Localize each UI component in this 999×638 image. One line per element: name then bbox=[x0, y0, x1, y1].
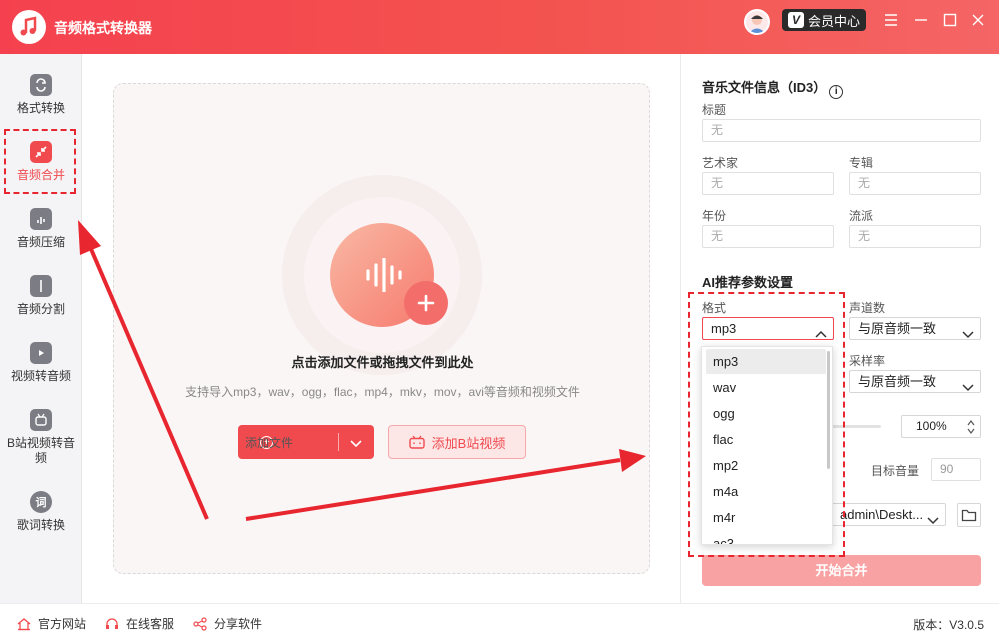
chevron-down-icon bbox=[962, 377, 974, 398]
folder-icon[interactable] bbox=[957, 503, 981, 527]
add-bilibili-video-button[interactable]: 添加B站视频 bbox=[388, 425, 526, 459]
add-file-button[interactable]: + 添加文件 bbox=[238, 425, 374, 459]
sidebar-item-label: 格式转换 bbox=[16, 101, 65, 115]
menu-icon[interactable] bbox=[882, 11, 900, 29]
start-merge-button[interactable]: 开始合并 bbox=[702, 555, 981, 586]
minimize-icon[interactable] bbox=[912, 11, 930, 29]
ai-params-title: AI推荐参数设置 bbox=[702, 275, 794, 290]
sidebar-item-format-convert[interactable]: 格式转换 bbox=[0, 64, 82, 126]
convert-icon bbox=[30, 74, 52, 96]
sidebar-item-label: 音频压缩 bbox=[16, 235, 65, 249]
user-avatar[interactable] bbox=[744, 9, 770, 35]
bilibili-tv-icon bbox=[408, 435, 425, 449]
year-field[interactable]: 无 bbox=[702, 225, 834, 248]
split-icon bbox=[30, 275, 52, 297]
vip-badge-icon: V bbox=[788, 12, 804, 28]
main-area: 点击添加文件或拖拽文件到此处 支持导入mp3，wav，ogg，flac，mp4，… bbox=[82, 54, 680, 603]
sidebar-item-video-to-audio[interactable]: 视频转音频 bbox=[0, 332, 82, 394]
title-label: 标题 bbox=[702, 103, 727, 117]
channels-select[interactable]: 与原音频一致 bbox=[849, 317, 981, 340]
target-volume-label: 目标音量 bbox=[871, 464, 920, 478]
compress-icon bbox=[30, 208, 52, 230]
artist-label: 艺术家 bbox=[702, 156, 739, 170]
share-software-link[interactable]: 分享软件 bbox=[192, 615, 262, 632]
volume-stepper[interactable]: 100% bbox=[901, 415, 981, 438]
add-bilibili-label: 添加B站视频 bbox=[431, 435, 506, 451]
chevron-down-icon bbox=[962, 324, 974, 345]
channels-label: 声道数 bbox=[849, 301, 886, 315]
title-bar: 音频格式转换器 V 会员中心 bbox=[0, 0, 999, 54]
drop-subtitle: 支持导入mp3，wav，ogg，flac，mp4，mkv，mov，avi等音频和… bbox=[185, 385, 580, 399]
add-file-label: 添加文件 bbox=[245, 435, 294, 450]
stepper-arrows-icon[interactable] bbox=[966, 418, 976, 443]
sidebar-item-audio-compress[interactable]: 音频压缩 bbox=[0, 198, 82, 260]
file-drop-zone[interactable]: 点击添加文件或拖拽文件到此处 支持导入mp3，wav，ogg，flac，mp4，… bbox=[113, 83, 650, 574]
sidebar-item-label: B站视频转音频 bbox=[6, 436, 75, 465]
sidebar-item-lyrics-convert[interactable]: 词 歌词转换 bbox=[0, 481, 82, 543]
share-icon bbox=[193, 616, 207, 631]
vip-label: 会员中心 bbox=[808, 13, 861, 29]
official-website-link[interactable]: 官方网站 bbox=[16, 615, 86, 632]
app-logo-icon bbox=[12, 10, 46, 44]
maximize-icon[interactable] bbox=[941, 11, 959, 29]
sidebar-item-bilibili-to-audio[interactable]: B站视频转音频 bbox=[0, 399, 82, 469]
bilibili-icon bbox=[30, 409, 52, 431]
year-label: 年份 bbox=[702, 209, 727, 223]
info-icon[interactable]: i bbox=[829, 85, 844, 99]
samplerate-select[interactable]: 与原音频一致 bbox=[849, 370, 981, 393]
headset-icon bbox=[106, 617, 118, 629]
sidebar-item-audio-split[interactable]: 音频分割 bbox=[0, 265, 82, 327]
drop-title: 点击添加文件或拖拽文件到此处 bbox=[291, 355, 474, 370]
annotation-highlight-merge bbox=[4, 129, 76, 194]
output-path-select[interactable]: admin\Deskt... bbox=[831, 503, 946, 526]
title-field[interactable]: 无 bbox=[702, 119, 981, 142]
genre-field[interactable]: 无 bbox=[849, 225, 981, 248]
album-label: 专辑 bbox=[849, 156, 874, 170]
footer: 官方网站 在线客服 分享软件 版本：V3.0.5 bbox=[0, 603, 999, 638]
chevron-down-icon[interactable] bbox=[350, 437, 362, 452]
id3-section-title: 音乐文件信息（ID3） i bbox=[702, 77, 844, 99]
video-to-audio-icon bbox=[30, 342, 52, 364]
sidebar-item-label: 音频分割 bbox=[16, 302, 65, 316]
vip-center-button[interactable]: V 会员中心 bbox=[782, 9, 866, 31]
target-volume-field[interactable]: 90 bbox=[931, 458, 981, 481]
album-field[interactable]: 无 bbox=[849, 172, 981, 195]
sidebar-item-label: 视频转音频 bbox=[10, 369, 71, 383]
genre-label: 流派 bbox=[849, 209, 874, 223]
artist-field[interactable]: 无 bbox=[702, 172, 834, 195]
online-support-link[interactable]: 在线客服 bbox=[104, 615, 174, 632]
add-plus-icon bbox=[404, 281, 448, 325]
home-icon bbox=[17, 617, 31, 630]
version-label: 版本：V3.0.5 bbox=[913, 618, 984, 632]
samplerate-label: 采样率 bbox=[849, 354, 886, 368]
annotation-highlight-format bbox=[688, 292, 845, 557]
lyrics-icon: 词 bbox=[30, 491, 52, 513]
chevron-down-icon bbox=[927, 510, 939, 525]
close-icon[interactable] bbox=[969, 11, 987, 29]
app-title: 音频格式转换器 bbox=[54, 20, 152, 36]
sidebar-item-label: 歌词转换 bbox=[16, 518, 65, 532]
